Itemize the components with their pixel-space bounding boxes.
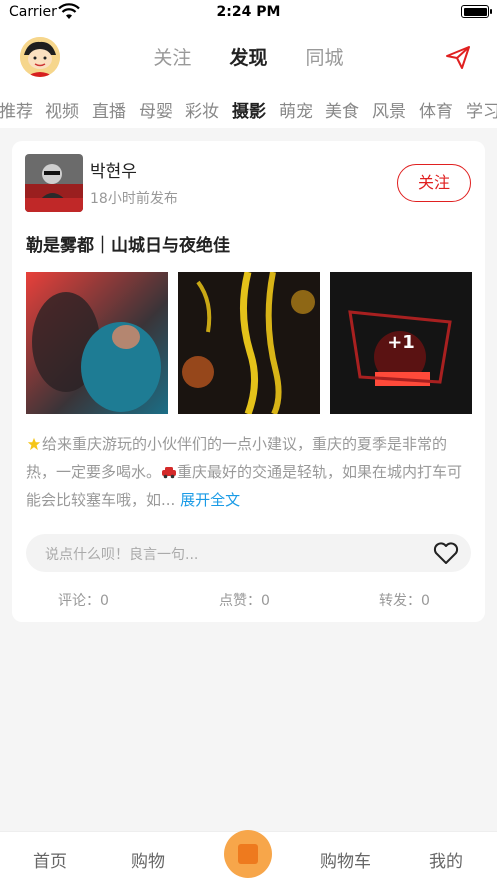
like-count[interactable]: 点赞：0 <box>219 590 270 610</box>
category-item[interactable]: 美食 <box>325 97 359 122</box>
publish-icon[interactable] <box>224 830 272 878</box>
status-bar: Carrier 2:24 PM <box>0 0 497 26</box>
post-time: 18小时前发布 <box>90 191 178 207</box>
category-item[interactable]: 风景 <box>372 97 406 122</box>
category-item[interactable]: 学习 <box>466 97 497 122</box>
battery-icon <box>461 5 492 18</box>
share-count[interactable]: 转发：0 <box>379 590 430 610</box>
tab-follow[interactable]: 关注 <box>153 43 191 70</box>
tab-mine[interactable]: 我的 <box>429 847 463 872</box>
user-avatar[interactable] <box>25 154 83 212</box>
heart-icon[interactable] <box>433 541 459 565</box>
send-icon[interactable] <box>445 44 471 70</box>
tab-cart[interactable]: 购物车 <box>320 847 371 872</box>
category-bar: 推荐 视频 直播 母婴 彩妆 摄影 萌宠 美食 风景 体育 学习 <box>0 88 497 128</box>
post-title[interactable]: 勒是雾都｜山城日与夜绝佳 <box>26 231 230 256</box>
tab-discover[interactable]: 发现 <box>229 43 267 70</box>
category-item[interactable]: 体育 <box>419 97 453 122</box>
comment-placeholder: 说点什么呗！良言一句... <box>45 547 199 563</box>
category-item[interactable]: 母婴 <box>139 97 173 122</box>
category-item[interactable]: 推荐 <box>0 97 33 122</box>
category-item[interactable]: 彩妆 <box>185 97 219 122</box>
bottom-tab-bar: 首页 购物 购物车 我的 <box>0 830 497 883</box>
tab-home[interactable]: 首页 <box>33 847 67 872</box>
star-emoji-icon <box>27 437 41 451</box>
clock: 2:24 PM <box>216 4 281 20</box>
post-image[interactable] <box>178 272 320 414</box>
top-tabs: 关注 发现 同城 <box>0 43 497 70</box>
category-item[interactable]: 视频 <box>45 97 79 122</box>
expand-full-text-link[interactable]: 展开全文 <box>175 491 240 509</box>
category-item-active[interactable]: 摄影 <box>232 97 266 122</box>
post-image[interactable]: +1 <box>330 272 472 414</box>
category-item[interactable]: 萌宠 <box>279 97 313 122</box>
post-body[interactable]: 给来重庆游玩的小伙伴们的一点小建议，重庆的夏季是非常的热，一定要多喝水。 重庆最好… <box>26 430 471 514</box>
comment-input[interactable]: 说点什么呗！良言一句... <box>26 534 471 572</box>
tab-shop[interactable]: 购物 <box>131 847 165 872</box>
post-card: 박현우 18小时前发布 关注 勒是雾都｜山城日与夜绝佳 +1 给来重庆游玩的小伙… <box>12 141 485 622</box>
more-images-count: +1 <box>387 332 415 353</box>
category-item[interactable]: 直播 <box>92 97 126 122</box>
top-header: 关注 发现 同城 <box>0 26 497 88</box>
follow-button[interactable]: 关注 <box>397 164 471 202</box>
user-name[interactable]: 박현우 <box>90 157 137 182</box>
post-image[interactable] <box>26 272 168 414</box>
comment-count[interactable]: 评论：0 <box>58 590 109 610</box>
car-emoji-icon <box>162 467 177 479</box>
tab-nearby[interactable]: 同城 <box>306 43 344 70</box>
